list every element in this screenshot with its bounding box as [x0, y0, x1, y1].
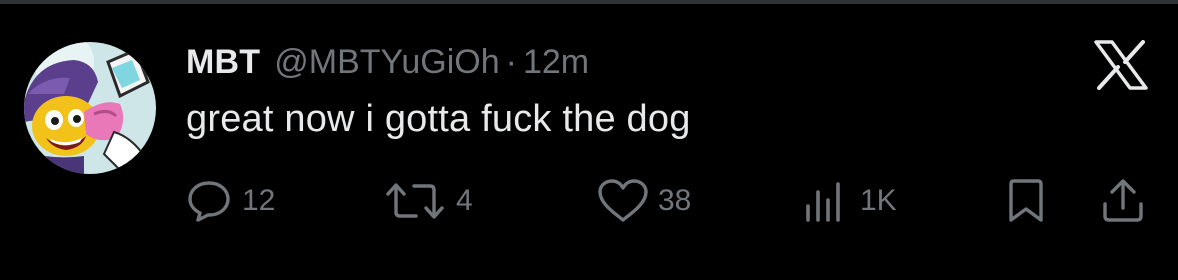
user-handle[interactable]: @MBTYuGiOh	[274, 43, 499, 82]
tweet-text: great now i gotta fuck the dog	[186, 98, 691, 140]
reply-icon	[186, 178, 232, 224]
like-button[interactable]: 38	[596, 176, 691, 226]
bookmark-button[interactable]	[1006, 176, 1046, 226]
tweet-header: MBT @MBTYuGiOh · 12m	[186, 40, 589, 84]
timestamp[interactable]: 12m	[523, 43, 589, 82]
display-name[interactable]: MBT	[186, 43, 260, 82]
share-button[interactable]	[1100, 176, 1146, 226]
views-button[interactable]: 1K	[802, 176, 897, 226]
views-bar-chart-icon	[802, 178, 848, 224]
avatar[interactable]	[24, 42, 156, 174]
bookmark-icon	[1006, 178, 1046, 224]
retweet-count: 4	[456, 184, 473, 217]
dot-separator: ·	[505, 42, 517, 81]
x-logo-icon[interactable]	[1094, 40, 1148, 90]
views-count: 1K	[860, 184, 897, 217]
reply-button[interactable]: 12	[186, 176, 275, 226]
retweet-button[interactable]: 4	[380, 176, 473, 226]
top-divider	[0, 0, 1178, 4]
like-count: 38	[658, 184, 692, 217]
retweet-icon	[380, 178, 450, 224]
reply-count: 12	[242, 184, 276, 217]
avatar-image	[24, 42, 156, 174]
share-icon	[1100, 178, 1146, 224]
heart-icon	[596, 178, 650, 224]
